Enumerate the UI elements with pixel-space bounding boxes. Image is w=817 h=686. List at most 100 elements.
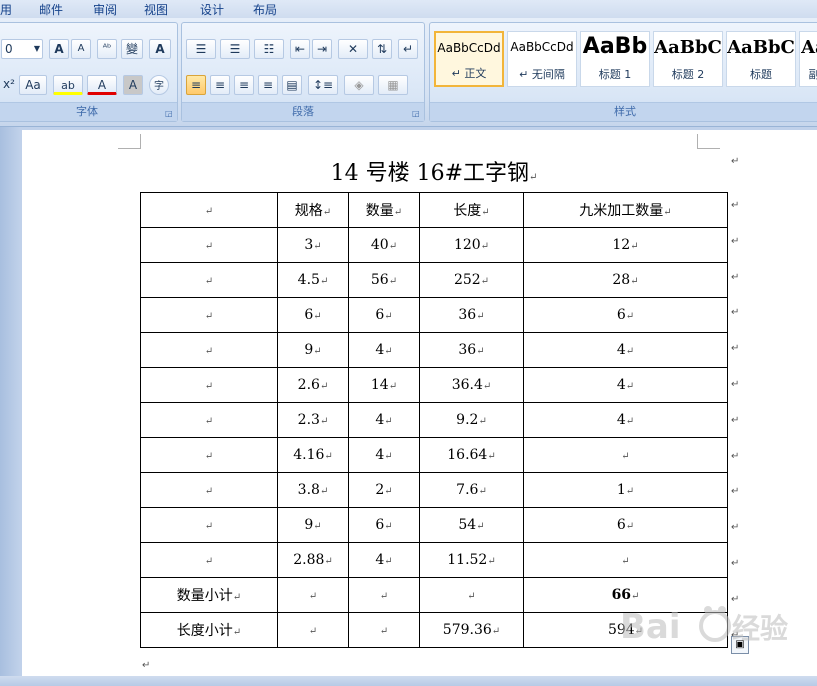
table-cell[interactable]: ↵ — [277, 577, 349, 613]
table-cell[interactable]: 4↵ — [348, 402, 420, 438]
align-left-button[interactable]: ≡ — [186, 75, 206, 95]
table-cell[interactable]: ↵ — [140, 297, 278, 333]
line-spacing-button[interactable]: ↕≡ — [308, 75, 338, 95]
table-cell[interactable]: 3↵ — [277, 227, 349, 263]
table-cell[interactable]: 16.64↵ — [419, 437, 524, 473]
table-cell[interactable]: ↵ — [140, 192, 278, 228]
table-cell[interactable]: 9↵ — [277, 507, 349, 543]
grow-font-button[interactable]: A — [49, 39, 69, 59]
table-cell[interactable]: ↵ — [140, 262, 278, 298]
table-cell[interactable]: ↵ — [140, 367, 278, 403]
table-cell[interactable]: 4↵ — [523, 332, 728, 368]
style-heading-2[interactable]: AaBbC 标题 2 — [653, 31, 723, 87]
character-shading-button[interactable]: A — [123, 75, 143, 95]
shading-button[interactable]: ◈ — [344, 75, 374, 95]
table-cell[interactable]: ↵ — [140, 472, 278, 508]
highlight-color-button[interactable]: ab — [53, 75, 83, 95]
table-cell[interactable]: 54↵ — [419, 507, 524, 543]
table-cell[interactable]: 4↵ — [348, 437, 420, 473]
table-cell[interactable]: 28↵ — [523, 262, 728, 298]
style-heading-1[interactable]: AaBb 标题 1 — [580, 31, 650, 87]
tab-start-partial[interactable]: 用 — [0, 1, 12, 18]
tab-review[interactable]: 审阅 — [93, 1, 117, 18]
clear-format-button[interactable]: ᴬᵇ — [97, 39, 117, 59]
table-cell[interactable]: 数量小计↵ — [140, 577, 278, 613]
table-cell[interactable]: ↵ — [140, 437, 278, 473]
table-cell[interactable]: 长度小计↵ — [140, 612, 278, 648]
table-cell[interactable]: ↵ — [140, 542, 278, 578]
borders-button[interactable]: ▦ — [378, 75, 408, 95]
table-cell[interactable]: 36↵ — [419, 297, 524, 333]
table-cell[interactable]: 1↵ — [523, 472, 728, 508]
table-cell[interactable]: 36.4↵ — [419, 367, 524, 403]
style-no-spacing[interactable]: AaBbCcDd ↵ 无间隔 — [507, 31, 577, 87]
style-normal[interactable]: AaBbCcDd ↵ 正文 — [434, 31, 504, 87]
tab-mailings[interactable]: 邮件 — [39, 1, 63, 18]
table-cell[interactable]: 56↵ — [348, 262, 420, 298]
table-cell[interactable]: ↵ — [523, 542, 728, 578]
table-cell[interactable]: 6↵ — [348, 507, 420, 543]
table-cell[interactable]: ↵ — [277, 612, 349, 648]
distributed-button[interactable]: ▤ — [282, 75, 302, 95]
table-cell[interactable]: 36↵ — [419, 332, 524, 368]
chinese-layout-button[interactable]: ✕ — [338, 39, 368, 59]
align-center-button[interactable]: ≡ — [210, 75, 230, 95]
character-border-button[interactable]: A — [149, 39, 171, 59]
table-cell[interactable]: 11.52↵ — [419, 542, 524, 578]
phonetic-guide-button[interactable]: 變 — [121, 39, 143, 59]
tab-layout[interactable]: 布局 — [253, 1, 277, 18]
paragraph-dialog-launcher-icon[interactable]: ◲ — [412, 109, 421, 118]
table-cell[interactable]: 规格↵ — [277, 192, 349, 228]
table-cell[interactable]: 252↵ — [419, 262, 524, 298]
table-cell[interactable]: 9.2↵ — [419, 402, 524, 438]
increase-indent-button[interactable]: ⇥ — [312, 39, 332, 59]
table-cell[interactable]: 4↵ — [348, 542, 420, 578]
table-cell[interactable]: 6↵ — [277, 297, 349, 333]
table-cell[interactable]: ↵ — [348, 612, 420, 648]
table-cell[interactable]: 6↵ — [348, 297, 420, 333]
table-cell[interactable]: 2.3↵ — [277, 402, 349, 438]
table-cell[interactable]: 2.88↵ — [277, 542, 349, 578]
table-cell[interactable]: 4↵ — [523, 367, 728, 403]
decrease-indent-button[interactable]: ⇤ — [290, 39, 310, 59]
table-cell[interactable]: 4↵ — [348, 332, 420, 368]
table-cell[interactable]: 579.36↵ — [419, 612, 524, 648]
table-cell[interactable]: 4.16↵ — [277, 437, 349, 473]
tab-design[interactable]: 设计 — [200, 1, 224, 18]
table-cell[interactable]: ↵ — [140, 227, 278, 263]
numbering-button[interactable]: ☰ — [220, 39, 250, 59]
table-cell[interactable]: 14↵ — [348, 367, 420, 403]
show-marks-button[interactable]: ↵ — [398, 39, 418, 59]
multilevel-list-button[interactable]: ☷ — [254, 39, 284, 59]
font-size-combo[interactable]: 0 ▼ — [1, 39, 43, 59]
style-subtitle[interactable]: Aa 副 — [799, 31, 817, 87]
sort-button[interactable]: ⇅ — [372, 39, 392, 59]
table-cell[interactable]: ↵ — [348, 577, 420, 613]
table-cell[interactable]: 120↵ — [419, 227, 524, 263]
table-cell[interactable]: 长度↵ — [419, 192, 524, 228]
table-cell[interactable]: ↵ — [140, 402, 278, 438]
table-cell[interactable]: 40↵ — [348, 227, 420, 263]
font-color-button[interactable]: A — [87, 75, 117, 95]
table-cell[interactable]: 7.6↵ — [419, 472, 524, 508]
table-cell[interactable]: ↵ — [140, 332, 278, 368]
shrink-font-button[interactable]: A — [71, 39, 91, 59]
align-right-button[interactable]: ≡ — [234, 75, 254, 95]
enclose-characters-button[interactable]: 字 — [149, 75, 169, 95]
bullets-button[interactable]: ☰ — [186, 39, 216, 59]
table-cell[interactable]: 4.5↵ — [277, 262, 349, 298]
superscript-button[interactable]: x² — [1, 75, 17, 95]
table-cell[interactable]: 6↵ — [523, 507, 728, 543]
table-cell[interactable]: 2.6↵ — [277, 367, 349, 403]
table-cell[interactable]: 数量↵ — [348, 192, 420, 228]
table-cell[interactable]: 2↵ — [348, 472, 420, 508]
table-cell[interactable]: 9↵ — [277, 332, 349, 368]
style-title[interactable]: AaBbC 标题 — [726, 31, 796, 87]
table-cell[interactable]: 6↵ — [523, 297, 728, 333]
justify-button[interactable]: ≡ — [258, 75, 278, 95]
table-cell[interactable]: 3.8↵ — [277, 472, 349, 508]
table-cell[interactable]: 九米加工数量↵ — [523, 192, 728, 228]
change-case-button[interactable]: Aa — [19, 75, 47, 95]
table-cell[interactable]: ↵ — [419, 577, 524, 613]
font-dialog-launcher-icon[interactable]: ◲ — [165, 109, 174, 118]
